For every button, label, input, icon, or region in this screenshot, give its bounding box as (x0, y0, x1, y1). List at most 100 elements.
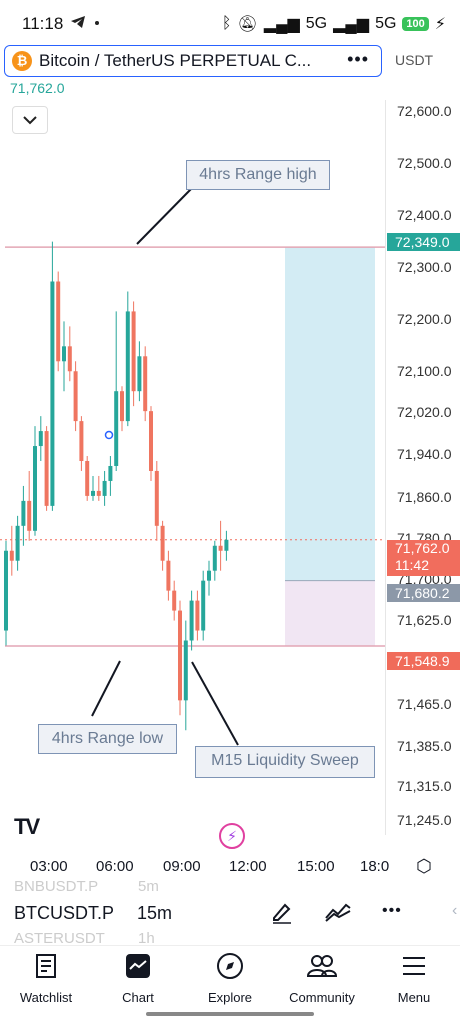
candle-body (172, 590, 177, 611)
current-price-value: 71,762.0 (395, 540, 450, 556)
nav-watchlist[interactable]: Watchlist (0, 946, 92, 1005)
nav-label: Menu (397, 990, 431, 1005)
lightning-icon[interactable]: ⚡︎ (219, 823, 245, 849)
candle-countdown: 11:42 (395, 557, 429, 573)
range-low-annotation[interactable]: 4hrs Range low (38, 724, 177, 754)
nav-label: Watchlist (19, 990, 73, 1005)
pencil-icon[interactable] (270, 900, 294, 924)
candle-body (224, 539, 229, 551)
candle-body (27, 500, 32, 531)
time-axis-label: 15:00 (297, 858, 335, 875)
nav-label: Chart (122, 990, 154, 1005)
candle-body (62, 346, 66, 362)
tradingview-logo: TV (14, 814, 40, 839)
position-stop-zone (285, 580, 375, 647)
price-axis-label: 71,245.0 (397, 812, 452, 828)
candle-body (143, 356, 148, 412)
time-axis-label: 12:00 (229, 858, 267, 875)
candle-body (160, 525, 165, 561)
candle-body (91, 490, 95, 496)
home-indicator (146, 1012, 314, 1016)
network-label-2: 5G (375, 15, 397, 32)
candle-body (166, 560, 171, 591)
candle-body (4, 550, 8, 631)
price-axis-label: 71,860.0 (397, 489, 452, 505)
candle-body (120, 391, 124, 422)
bottom-navigation: Watchlist Chart Explore Community Menu (0, 946, 460, 1010)
price-axis-label: 71,385.0 (397, 738, 452, 754)
range-high-annotation[interactable]: 4hrs Range high (186, 160, 330, 190)
candle-body (21, 500, 26, 526)
active-interval[interactable]: 15m (137, 903, 172, 924)
candle-body (149, 411, 153, 471)
price-axis-label: 72,200.0 (397, 311, 452, 327)
candle-body (108, 465, 113, 481)
candle-body (44, 431, 49, 506)
price-axis-label: 72,400.0 (397, 207, 452, 223)
price-axis-label: 72,100.0 (397, 363, 452, 379)
signal-icon-2: ▂▄▆ (333, 16, 370, 33)
nav-explore[interactable]: Explore (184, 946, 276, 1005)
time-axis-label: 03:00 (30, 858, 68, 875)
price-axis-label: 71,940.0 (397, 446, 452, 462)
more-icon[interactable]: ••• (347, 49, 369, 70)
indicators-icon[interactable] (324, 902, 352, 922)
price-axis-label: 71,465.0 (397, 696, 452, 712)
bluetooth-icon: ᛒ (221, 15, 232, 32)
bitcoin-icon: ₿ (12, 51, 32, 71)
nav-community[interactable]: Community (276, 946, 368, 1005)
time-axis-label: 06:00 (96, 858, 134, 875)
price-axis-label: 72,500.0 (397, 155, 452, 171)
currency-selector[interactable]: USDT (395, 52, 433, 68)
candle-body (201, 580, 206, 631)
candle-body (33, 446, 37, 531)
signal-icon: ▂▄▆ (263, 16, 300, 33)
candle-body (38, 431, 43, 447)
candle-body (9, 550, 14, 561)
candle-body (79, 421, 84, 461)
more-options-icon[interactable]: ••• (382, 902, 402, 920)
liquidity-sweep-annotation[interactable]: M15 Liquidity Sweep (195, 746, 375, 778)
candle-body (189, 600, 194, 641)
candle-body (102, 480, 107, 496)
candle-body (183, 640, 188, 701)
price-axis-label: 72,020.0 (397, 404, 452, 420)
status-time: 11:18 (22, 14, 64, 33)
time-axis-label: 18:0 (360, 858, 390, 875)
candle-body (154, 470, 159, 526)
current-price-tag: 71,762.0 11:42 (387, 540, 460, 576)
battery-indicator: 100 (402, 17, 429, 31)
candle-body (125, 311, 130, 422)
candle-body (56, 281, 61, 362)
symbol-search-bar[interactable]: ₿ Bitcoin / TetherUS PERPETUAL C... ••• (4, 45, 382, 77)
candle-body (73, 371, 78, 422)
scroll-hint-icon: ‹ (452, 902, 458, 919)
last-price: 71,762.0 (10, 80, 65, 96)
candle-body (114, 391, 119, 466)
status-bar: 11:18 ᛒ 🔕︎ ▂▄▆ 5G ▂▄▆ 5G 100 ⚡︎ (0, 0, 460, 44)
range-low-connector (91, 660, 121, 717)
candle-body (218, 545, 223, 551)
chart-settings-icon[interactable]: ⬡ (414, 856, 434, 876)
candle-body (50, 281, 55, 506)
price-axis-divider (385, 100, 386, 835)
entry-price-tag: 71,680.2 (387, 584, 460, 602)
active-symbol[interactable]: BTCUSDT.P (14, 903, 114, 924)
candle-body (195, 600, 200, 631)
telegram-icon (71, 16, 85, 28)
symbol-title: Bitcoin / TetherUS PERPETUAL C... (39, 51, 312, 70)
candle-body (96, 490, 101, 496)
nav-chart[interactable]: Chart (92, 946, 184, 1005)
compass-icon (217, 953, 243, 979)
candle-body (67, 346, 72, 372)
price-axis-label: 72,600.0 (397, 103, 452, 119)
position-target-zone (285, 247, 375, 581)
price-axis-label: 71,625.0 (397, 612, 452, 628)
nav-menu[interactable]: Menu (368, 946, 460, 1005)
candle-body (85, 461, 90, 496)
menu-icon (403, 957, 425, 975)
status-right: ᛒ 🔕︎ ▂▄▆ 5G ▂▄▆ 5G 100 ⚡︎ (222, 14, 446, 34)
range-high-connector (136, 187, 193, 245)
network-label-1: 5G (305, 15, 328, 32)
anchor-point (104, 430, 114, 440)
